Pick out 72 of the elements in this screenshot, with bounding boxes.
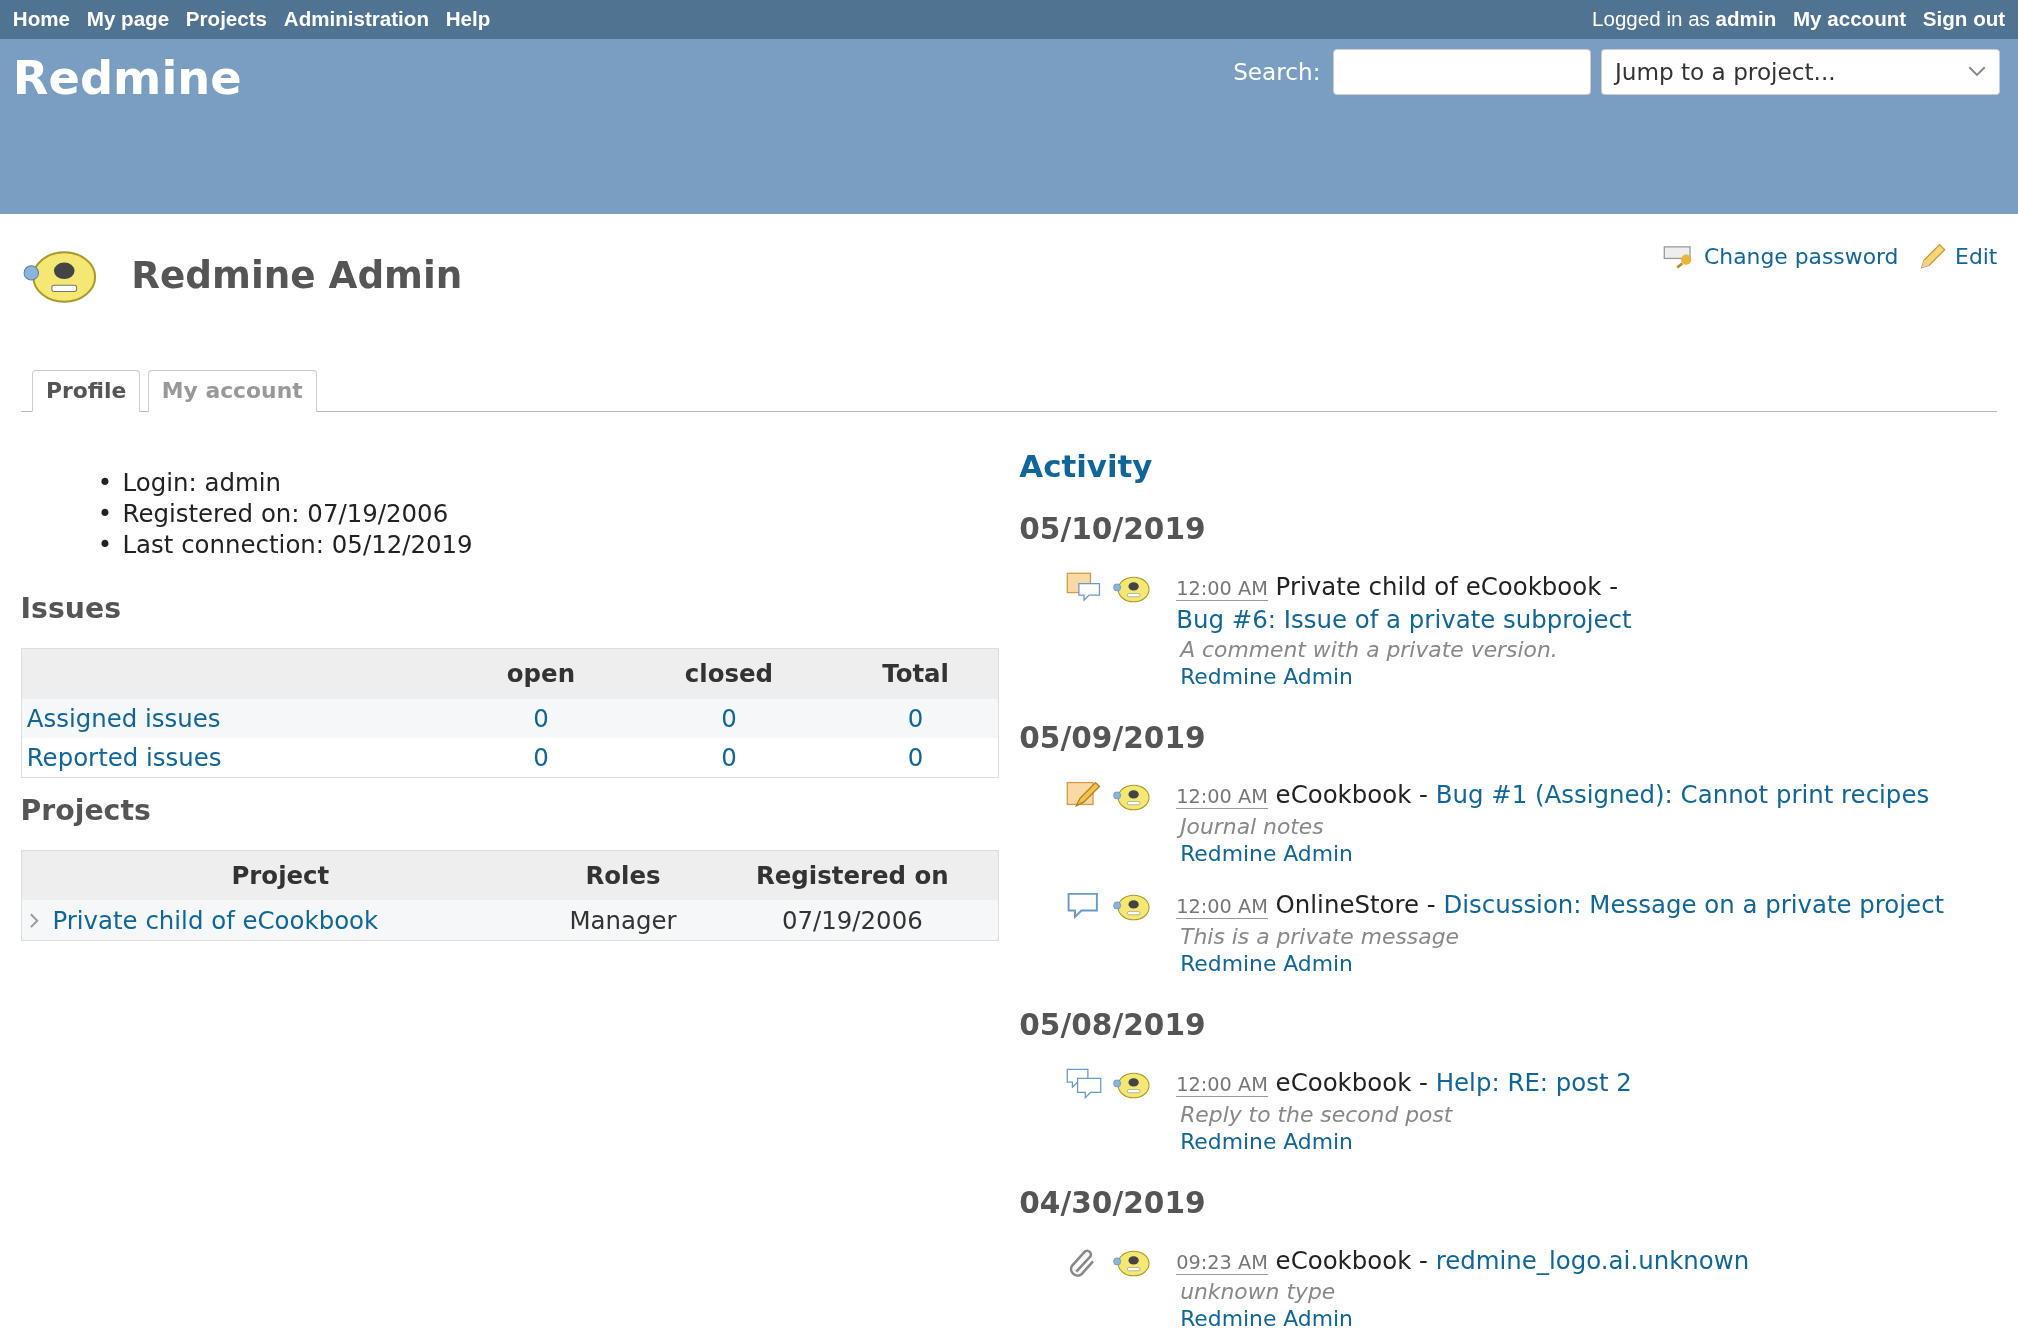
activity-heading: Activity — [1019, 447, 1154, 484]
event-time: 12:00 AM — [1176, 895, 1268, 920]
event-link[interactable]: Bug #1 (Assigned): Cannot print recipes — [1435, 780, 1930, 812]
event-project: OnlineStore - — [1275, 890, 1436, 920]
issue-query-link[interactable]: Reported issues — [26, 743, 222, 773]
author-link[interactable]: Redmine Admin — [1176, 1305, 1998, 1333]
site-title: Redmine — [12, 51, 242, 106]
top-menu-link[interactable]: Administration — [283, 7, 429, 32]
event-link[interactable]: Help: RE: post 2 — [1435, 1067, 1632, 1099]
account-link[interactable]: My account — [1792, 7, 1907, 32]
event-time: 12:00 AM — [1176, 1072, 1268, 1097]
date-heading: 04/30/2019 — [1019, 1185, 1207, 1220]
pencil-icon — [1919, 241, 1948, 271]
bullet: • — [97, 499, 113, 531]
event-time: 12:00 AM — [1176, 785, 1268, 810]
column-header: Roles — [539, 850, 707, 901]
change-password-link[interactable]: Change password — [1662, 243, 1899, 269]
column-header: Project — [21, 850, 540, 901]
projects-heading: Projects — [20, 793, 152, 827]
date-heading: 05/10/2019 — [1019, 512, 1207, 547]
edit-link[interactable]: Edit — [1919, 241, 1998, 271]
account-link[interactable]: Sign out — [1922, 7, 2006, 32]
bullet: • — [97, 530, 113, 562]
top-menu-link[interactable]: Projects — [185, 7, 268, 32]
table-cell: Manager — [539, 900, 707, 941]
issues-heading: Issues — [20, 591, 122, 625]
event-description: Reply to the second post — [1179, 1100, 1454, 1128]
count-link[interactable]: 0 — [533, 743, 549, 773]
search-field[interactable] — [1333, 48, 1591, 96]
event-description: This is a private message — [1179, 923, 1460, 951]
event-project: eCookbook - — [1275, 1067, 1428, 1097]
event-link[interactable]: redmine_logo.ai.unknown — [1435, 1245, 1750, 1277]
event-description: Journal notes — [1176, 813, 1998, 841]
author-link[interactable]: Redmine Admin — [1176, 1127, 1998, 1155]
event-time: 09:23 AM — [1176, 1250, 1268, 1275]
bullet: • — [97, 468, 113, 500]
event-description: unknown type — [1179, 1278, 1337, 1306]
profile-item: Registered on: 07/19/2006 — [122, 499, 449, 531]
profile-item: Last connection: 05/12/2019 — [122, 530, 473, 562]
column-header: open — [457, 648, 625, 699]
top-menu-link[interactable]: Help — [445, 7, 491, 32]
count-link[interactable]: 0 — [907, 743, 924, 773]
count-link[interactable]: 0 — [721, 703, 737, 733]
column-header: closed — [624, 648, 834, 699]
top-menu-link[interactable]: Home — [12, 7, 71, 32]
event-project: Private child of eCookbook - — [1275, 571, 1618, 601]
count-link[interactable]: 0 — [907, 703, 924, 733]
table-cell: 07/19/2006 — [706, 900, 999, 941]
top-menu-link[interactable]: My page — [86, 7, 170, 32]
user-name-heading: Redmine Admin — [131, 252, 463, 297]
author-link[interactable]: Redmine Admin — [1176, 840, 1998, 868]
speech-bubbles-icon — [1065, 1067, 1102, 1102]
event-link[interactable]: Discussion: Message on a private project — [1443, 890, 1945, 922]
tab[interactable]: Profile — [32, 369, 141, 413]
count-link[interactable]: 0 — [721, 743, 737, 773]
chevron-down-icon — [1968, 66, 1987, 78]
date-heading: 05/08/2019 — [1019, 1008, 1207, 1043]
date-heading: 05/09/2019 — [1019, 720, 1207, 755]
event-project: eCookbook - — [1275, 1245, 1428, 1275]
event-project: eCookbook - — [1275, 780, 1428, 810]
column-header: Total — [833, 648, 999, 699]
author-link[interactable]: Redmine Admin — [1176, 950, 1998, 978]
event-time: 12:00 AM — [1176, 576, 1268, 601]
author-link[interactable]: Redmine Admin — [1176, 662, 1998, 690]
event-description: A comment with a private version. — [1178, 635, 1559, 663]
project-jump-select[interactable]: Jump to a project... — [1601, 48, 2000, 96]
count-link[interactable]: 0 — [533, 703, 549, 733]
event-link[interactable]: Bug #6: Issue of a private subproject — [1176, 604, 1632, 636]
column-header: Registered on — [706, 850, 999, 901]
logged-in-text: Logged in as admin — [1592, 7, 1777, 32]
profile-item: Login: admin — [122, 468, 281, 500]
search-label: Search: — [1233, 59, 1321, 86]
